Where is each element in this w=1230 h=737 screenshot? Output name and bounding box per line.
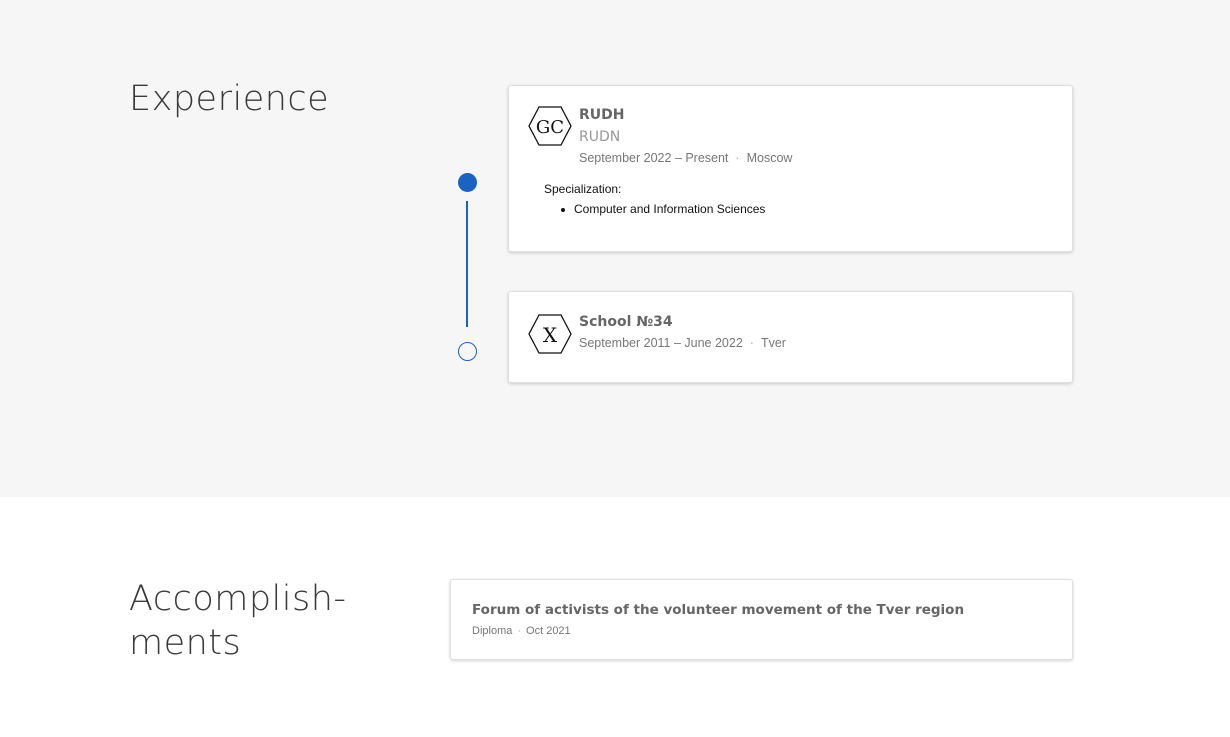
timeline-dot-past [458, 342, 477, 361]
accomplishment-date: Oct 2021 [526, 625, 571, 637]
meta-separator: · [749, 336, 754, 350]
accomplishments-heading-line2: ments [129, 623, 242, 663]
accomplishments-section: Accomplish- ments Forum of activists of … [0, 497, 1230, 737]
org-logo-icon: X [528, 314, 572, 354]
timeline-line [466, 201, 468, 327]
org-subtitle: RUDN [579, 129, 621, 145]
accomplishment-type: Diploma [472, 625, 513, 637]
experience-location: Moscow [746, 151, 793, 165]
experience-meta: September 2022 – Present · Moscow [579, 151, 792, 165]
experience-dates: September 2011 – June 2022 [579, 336, 743, 350]
accomplishment-meta: Diploma · Oct 2021 [472, 625, 571, 637]
specialization-label: Specialization: [544, 182, 622, 196]
org-name[interactable]: School №34 [579, 314, 673, 330]
meta-separator: · [517, 625, 522, 637]
experience-location: Tver [760, 336, 786, 350]
org-logo-text: GC [536, 117, 564, 138]
org-name[interactable]: RUDH [579, 107, 625, 123]
meta-separator: · [735, 151, 740, 165]
experience-dates: September 2022 – Present [579, 151, 729, 165]
accomplishment-name[interactable]: Forum of activists of the volunteer move… [472, 602, 964, 618]
org-logo-icon: GC [528, 106, 572, 146]
timeline-dot-current [458, 173, 477, 192]
accomplishments-heading-line1: Accomplish- [129, 579, 347, 619]
experience-card-rudh[interactable]: GC RUDH RUDN September 2022 – Present · Mo… [508, 85, 1073, 252]
experience-meta: September 2011 – June 2022 · Tver [579, 336, 786, 350]
accomplishments-heading: Accomplish- ments [129, 577, 389, 665]
experience-card-school[interactable]: X School №34 September 2011 – June 2022 ·… [508, 291, 1073, 383]
accomplishment-card[interactable]: Forum of activists of the volunteer move… [450, 579, 1073, 660]
org-logo-text: X [543, 323, 558, 347]
specialization-list: Computer and Information Sciences [558, 202, 765, 216]
specialization-item: Computer and Information Sciences [558, 202, 765, 216]
experience-heading: Experience [129, 79, 330, 119]
experience-section: Experience GC RUDH RUDN September 2022 –… [0, 0, 1230, 497]
